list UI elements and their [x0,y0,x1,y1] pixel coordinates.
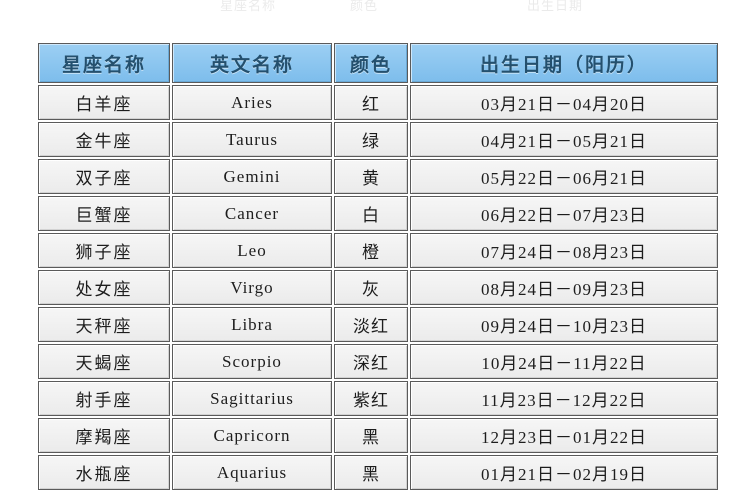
cell-english-name: Libra [172,307,332,342]
table-row: 处女座 Virgo 灰 08月24日－09月23日 [38,270,718,305]
cell-english-name: Cancer [172,196,332,231]
table-row: 白羊座 Aries 红 03月21日－04月20日 [38,85,718,120]
cell-english-name: Aries [172,85,332,120]
cell-color: 绿 [334,122,408,157]
table-row: 巨蟹座 Cancer 白 06月22日－07月23日 [38,196,718,231]
cell-chinese-name: 巨蟹座 [38,196,170,231]
cell-english-name: Scorpio [172,344,332,379]
cell-color: 灰 [334,270,408,305]
cell-english-name: Gemini [172,159,332,194]
remnant-cell-4: 出生日期 [526,0,583,13]
remnant-cell-1 [36,0,168,14]
cell-chinese-name: 天秤座 [38,307,170,342]
table-row: 摩羯座 Capricorn 黑 12月23日－01月22日 [38,418,718,453]
cell-color: 红 [334,85,408,120]
table-row: 天蝎座 Scorpio 深红 10月24日－11月22日 [38,344,718,379]
cell-chinese-name: 水瓶座 [38,455,170,490]
table-row: 金牛座 Taurus 绿 04月21日－05月21日 [38,122,718,157]
zodiac-table: 星座名称 英文名称 颜色 出生日期（阳历） 白羊座 Aries 红 03月21日－04… [36,41,720,492]
column-header-birth-date: 出生日期（阳历） [410,43,718,83]
cell-english-name: Capricorn [172,418,332,453]
cell-birth-date: 11月23日－12月22日 [410,381,718,416]
cell-birth-date: 01月21日－02月19日 [410,455,718,490]
remnant-cell-2: 星座名称 [219,0,276,13]
column-header-chinese-name: 星座名称 [38,43,170,83]
cell-chinese-name: 双子座 [38,159,170,194]
cell-color: 橙 [334,233,408,268]
header-row: 星座名称 英文名称 颜色 出生日期（阳历） [38,43,718,83]
cell-english-name: Taurus [172,122,332,157]
zodiac-table-container: 星座名称 英文名称 颜色 出生日期（阳历） 白羊座 Aries 红 03月21日－04… [36,41,720,492]
cell-chinese-name: 射手座 [38,381,170,416]
table-header: 星座名称 英文名称 颜色 出生日期（阳历） [38,43,718,83]
cell-color: 淡红 [334,307,408,342]
table-row: 天秤座 Libra 淡红 09月24日－10月23日 [38,307,718,342]
cell-chinese-name: 白羊座 [38,85,170,120]
cell-color: 紫红 [334,381,408,416]
cell-birth-date: 06月22日－07月23日 [410,196,718,231]
table-row: 射手座 Sagittarius 紫红 11月23日－12月22日 [38,381,718,416]
cell-chinese-name: 天蝎座 [38,344,170,379]
cell-color: 白 [334,196,408,231]
cell-english-name: Sagittarius [172,381,332,416]
cell-english-name: Virgo [172,270,332,305]
remnant-cell-3: 颜色 [349,0,378,13]
cell-birth-date: 03月21日－04月20日 [410,85,718,120]
cell-chinese-name: 狮子座 [38,233,170,268]
cell-chinese-name: 摩羯座 [38,418,170,453]
cell-color: 黑 [334,455,408,490]
cell-birth-date: 04月21日－05月21日 [410,122,718,157]
cell-color: 黄 [334,159,408,194]
table-row: 狮子座 Leo 橙 07月24日－08月23日 [38,233,718,268]
cell-english-name: Aquarius [172,455,332,490]
table-row: 水瓶座 Aquarius 黑 01月21日－02月19日 [38,455,718,490]
column-header-color: 颜色 [334,43,408,83]
cut-off-row-remnant: 星座名称 颜色 出生日期 [36,0,718,14]
cell-birth-date: 12月23日－01月22日 [410,418,718,453]
cell-birth-date: 09月24日－10月23日 [410,307,718,342]
cell-birth-date: 10月24日－11月22日 [410,344,718,379]
cell-chinese-name: 处女座 [38,270,170,305]
table-row: 双子座 Gemini 黄 05月22日－06月21日 [38,159,718,194]
cell-color: 黑 [334,418,408,453]
cell-english-name: Leo [172,233,332,268]
cell-chinese-name: 金牛座 [38,122,170,157]
column-header-english-name: 英文名称 [172,43,332,83]
table-body: 白羊座 Aries 红 03月21日－04月20日 金牛座 Taurus 绿 04月21日－0… [38,85,718,490]
cell-birth-date: 07月24日－08月23日 [410,233,718,268]
cell-color: 深红 [334,344,408,379]
cell-birth-date: 05月22日－06月21日 [410,159,718,194]
cell-birth-date: 08月24日－09月23日 [410,270,718,305]
